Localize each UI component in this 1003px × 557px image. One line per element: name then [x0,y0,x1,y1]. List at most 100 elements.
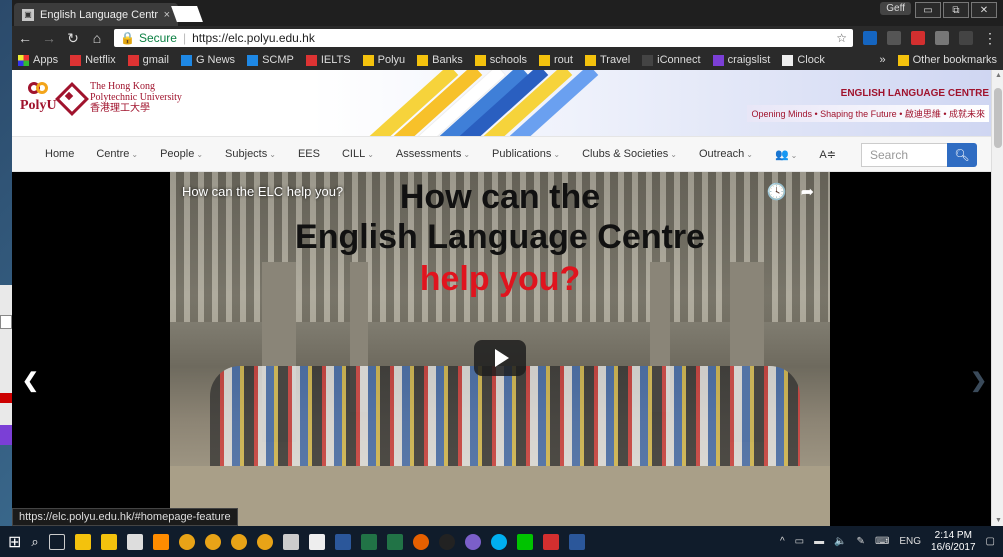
new-tab-button[interactable] [171,6,203,22]
action-center-icon[interactable]: ▢ [986,536,995,547]
nav-font-size-icon[interactable]: A≑ [808,148,847,161]
search-input[interactable]: Search [861,143,947,167]
carousel-prev-icon[interactable]: ❮ [22,368,39,393]
bookmark-craigslist[interactable]: craigslist [712,54,770,66]
elc-logo[interactable]: ENGLISH LANGUAGE CENTRE Opening Minds • … [747,76,989,122]
chevron-down-icon: ⌄ [463,150,471,159]
nav-clubs-societies[interactable]: Clubs & Societies ⌄ [571,148,688,160]
word-icon[interactable] [568,533,585,550]
lock-icon: 🔒 [120,31,135,45]
bookmark-iconnect[interactable]: iConnect [642,54,701,66]
nav-home[interactable]: Home [34,148,85,160]
extension-icon-3[interactable] [911,31,925,45]
nav-ees[interactable]: EES [287,148,331,160]
chrome-icon[interactable] [230,533,247,550]
viber-icon[interactable] [464,533,481,550]
nav-publications[interactable]: Publications ⌄ [481,148,571,160]
chrome-icon[interactable] [204,533,221,550]
menu-icon[interactable]: ⋮ [983,30,997,47]
nav-cill[interactable]: CILL ⌄ [331,148,385,160]
bookmark-schools[interactable]: schools [474,54,527,66]
chrome-icon[interactable] [256,533,273,550]
calendar-icon[interactable] [308,533,325,550]
profile-badge[interactable]: Geff [880,2,911,15]
calculator-icon[interactable] [282,533,299,550]
extension-icon-4[interactable] [935,31,949,45]
nav-people[interactable]: People ⌄ [149,148,214,160]
firefox-icon[interactable] [412,533,429,550]
taskbar-clock[interactable]: 2:14 PM 16/6/2017 [931,530,976,554]
nav-assessments[interactable]: Assessments ⌄ [385,148,481,160]
sonos-icon[interactable] [438,533,455,550]
background-window-peek[interactable] [0,285,12,445]
reload-icon[interactable]: ↻ [66,30,80,47]
line-icon[interactable] [516,533,533,550]
scroll-thumb[interactable] [994,88,1002,148]
nav-centre[interactable]: Centre ⌄ [85,148,149,160]
back-icon[interactable]: ← [18,30,32,46]
restore-button[interactable]: ⧉ [943,2,969,18]
bookmark-gmail[interactable]: gmail [127,54,169,66]
acrobat-icon[interactable] [542,533,559,550]
skype-icon[interactable] [490,533,507,550]
volume-icon[interactable]: 🔈 [834,536,846,547]
bookmarks-overflow-button[interactable]: » [880,54,886,66]
bookmark-ielts[interactable]: IELTS [305,54,351,66]
home-icon[interactable]: ⌂ [90,30,104,46]
bookmark-banks[interactable]: Banks [417,54,463,66]
battery-icon[interactable]: ▬ [814,536,824,547]
page-scrollbar[interactable]: ▲ ▼ [991,70,1003,526]
bookmark-travel[interactable]: Travel [584,54,630,66]
bookmark-apps[interactable]: Apps [18,54,58,66]
iconnect-icon [642,54,654,66]
polyu-emblem-icon [56,83,84,111]
nav-users-icon[interactable]: 👥 ⌄ [764,148,808,161]
windows-start-icon[interactable]: ⊞ [8,532,21,552]
browser-window: ▣ English Language Centre × Geff ▭ ⧉ ✕ ←… [12,0,1003,526]
extension-icon-5[interactable] [959,31,973,45]
address-bar[interactable]: 🔒 Secure | https://elc.polyu.edu.hk ☆ [114,29,853,47]
bookmarks-bar: Apps Netflix gmail G News SCMP IELTS Pol… [12,50,1003,70]
minimize-button[interactable]: ▭ [915,2,941,18]
bookmark-other[interactable]: Other bookmarks [897,54,997,66]
task-view-icon[interactable] [48,533,65,550]
bookmark-netflix[interactable]: Netflix [70,54,116,66]
extension-icon-1[interactable] [863,31,877,45]
keyboard-icon[interactable]: ⌨ [875,536,889,547]
tab-elc[interactable]: ▣ English Language Centre × [14,3,178,26]
carousel-next-icon[interactable]: ❯ [970,368,987,393]
bookmark-star-icon[interactable]: ☆ [836,31,847,45]
nav-subjects[interactable]: Subjects ⌄ [214,148,287,160]
bookmark-rout[interactable]: rout [539,54,573,66]
excel-icon[interactable] [360,533,377,550]
folder-icon [539,54,551,66]
file-explorer-icon[interactable] [74,533,91,550]
video-player[interactable]: How can the ELC help you? 🕓 ➦ How can th… [170,172,830,526]
language-indicator[interactable]: ENG [899,536,921,547]
tab-close-icon[interactable]: × [164,9,170,21]
play-button[interactable] [474,340,526,376]
close-window-button[interactable]: ✕ [971,2,997,18]
scroll-up-icon[interactable]: ▲ [995,72,1002,79]
secure-label: Secure [138,31,177,45]
forward-icon[interactable]: → [42,30,56,46]
chrome-icon[interactable] [178,533,195,550]
folder-icon[interactable] [100,533,117,550]
bookmark-polyu[interactable]: Polyu [362,54,405,66]
taskbar-search-icon[interactable]: ⌕ [31,534,38,550]
bookmark-gnews[interactable]: G News [180,54,235,66]
scroll-down-icon[interactable]: ▼ [995,517,1002,524]
store-icon[interactable] [126,533,143,550]
tray-overflow-icon[interactable]: ^ [780,536,785,547]
network-icon[interactable]: ▭ [795,536,804,547]
search-button[interactable]: 🔍︎ [947,143,977,167]
excel-icon[interactable] [386,533,403,550]
bookmark-clock[interactable]: Clock [782,54,825,66]
nav-outreach[interactable]: Outreach ⌄ [688,148,764,160]
pen-icon[interactable]: ✎ [857,536,865,547]
word-icon[interactable] [334,533,351,550]
extension-icon-2[interactable] [887,31,901,45]
bookmark-scmp[interactable]: SCMP [247,54,294,66]
polyu-logo[interactable]: PolyU The Hong Kong Polytechnic Universi… [20,80,182,114]
vlc-icon[interactable] [152,533,169,550]
